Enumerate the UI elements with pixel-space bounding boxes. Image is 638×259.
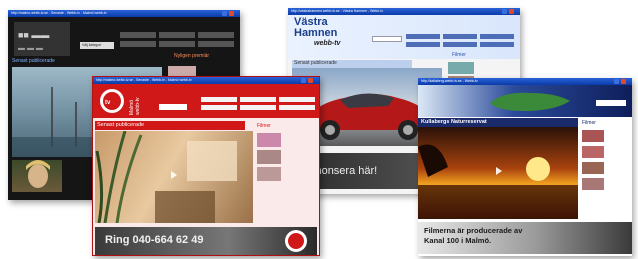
nav-button[interactable] [240,97,276,102]
video-thumbnail[interactable] [257,133,281,147]
window-titlebar[interactable]: http://vastrahamnen.webb-tv.se - Västra … [288,8,520,15]
logo-subtitle: webb-tv [314,40,341,47]
nav-button[interactable] [443,34,477,39]
nav-button[interactable] [120,41,156,47]
category-dropdown[interactable] [596,100,626,106]
ad-banner[interactable]: Filmerna är producerade av Kanal 100 i M… [418,222,632,254]
window-title: http://vastrahamnen.webb-tv.se - Västra … [291,9,384,13]
nav-button[interactable] [159,32,195,38]
side-heading: Nyligen premiär [174,53,210,59]
video-thumbnail[interactable] [582,130,604,142]
category-dropdown[interactable] [159,104,187,110]
nav-button[interactable] [159,41,195,47]
side-heading: Filmer [257,123,271,129]
window-title: http://malmo.webb-tv.se - Senaste - Webb… [11,11,107,15]
logo-text-vertical: Malmö webb-tv [129,97,141,115]
nav-button[interactable] [480,42,514,47]
island-map-icon [490,92,570,111]
logo-line-2: Hamnen [294,27,338,39]
site-logo[interactable]: Västra Hamnen webb-tv [294,17,364,57]
play-icon[interactable] [171,171,177,179]
side-heading: Filmer [582,120,596,126]
window-titlebar[interactable]: http://malmo.webb-tv.se - Senaste - Webb… [93,77,319,84]
svg-text:■■ ▬▬: ■■ ▬▬ [18,30,49,40]
ad-text-line-1: Filmerna är producerade av [424,226,523,235]
video-thumbnail[interactable] [257,167,281,181]
header-map-image [484,87,574,115]
video-thumbnail[interactable] [582,178,604,190]
category-nav[interactable] [406,34,516,52]
video-player[interactable] [95,130,253,224]
site-logo[interactable]: ■■ ▬▬ ▬ ▬ ▬ [14,22,70,56]
logo-seal-icon [285,230,307,252]
window-titlebar[interactable]: http://malmo.webb-tv.se - Senaste - Webb… [8,10,240,17]
close-icon[interactable] [509,9,514,14]
nav-button[interactable] [480,34,514,39]
logo-graphic-icon: ■■ ▬▬ ▬ ▬ ▬ [18,30,49,52]
window-kullaberg[interactable]: http://kallaberg.webb-tv.se - Webb-tv Ku… [418,78,632,256]
nav-button[interactable] [279,97,315,102]
window-malmo-red[interactable]: http://malmo.webb-tv.se - Senaste - Webb… [92,76,320,256]
minimize-icon[interactable] [222,11,227,16]
person-image [26,160,50,188]
svg-text:▬ ▬ ▬: ▬ ▬ ▬ [18,45,43,52]
section-heading: Senast publicerade [95,121,245,130]
video-player[interactable] [418,127,578,219]
minimize-icon[interactable] [614,79,619,84]
nav-button[interactable] [198,32,234,38]
play-icon[interactable] [496,167,502,175]
video-thumbnail[interactable] [12,160,62,192]
section-heading: Kullabergs Naturreservat [418,118,578,127]
logo-seal-icon: tv [100,89,124,113]
nav-button[interactable] [406,34,440,39]
window-titlebar[interactable]: http://kallaberg.webb-tv.se - Webb-tv [418,78,632,85]
close-icon[interactable] [621,79,626,84]
video-thumbnail[interactable] [582,162,604,174]
minimize-icon[interactable] [502,9,507,14]
window-title: http://malmo.webb-tv.se - Senaste - Webb… [96,78,192,82]
nav-button[interactable] [406,42,440,47]
category-dropdown[interactable] [372,36,402,42]
category-nav[interactable] [201,97,317,115]
nav-button[interactable] [198,41,234,47]
ad-banner[interactable]: Ring 040-664 62 49 [95,227,317,255]
ad-text: Ring 040-664 62 49 [105,234,204,246]
nav-button[interactable] [240,105,276,110]
close-icon[interactable] [308,78,313,83]
section-heading: Senast publicerade [292,60,412,68]
nav-button[interactable] [443,42,477,47]
side-heading: Filmer [452,52,466,58]
site-logo[interactable]: tv [97,87,127,115]
close-icon[interactable] [229,11,234,16]
video-thumbnail[interactable] [448,62,474,74]
nav-button[interactable] [201,105,237,110]
video-thumbnail[interactable] [582,146,604,158]
video-thumbnail[interactable] [257,150,281,164]
minimize-icon[interactable] [301,78,306,83]
section-heading: Senast publicerade [12,58,55,64]
window-title: http://kallaberg.webb-tv.se - Webb-tv [421,79,478,83]
nav-button[interactable] [201,97,237,102]
ad-text-line-2: Kanal 100 i Malmö. [424,236,492,245]
nav-button[interactable] [120,32,156,38]
nav-button[interactable] [279,105,315,110]
category-dropdown[interactable]: Välj kategori [80,42,114,49]
svg-text:tv: tv [105,100,111,106]
